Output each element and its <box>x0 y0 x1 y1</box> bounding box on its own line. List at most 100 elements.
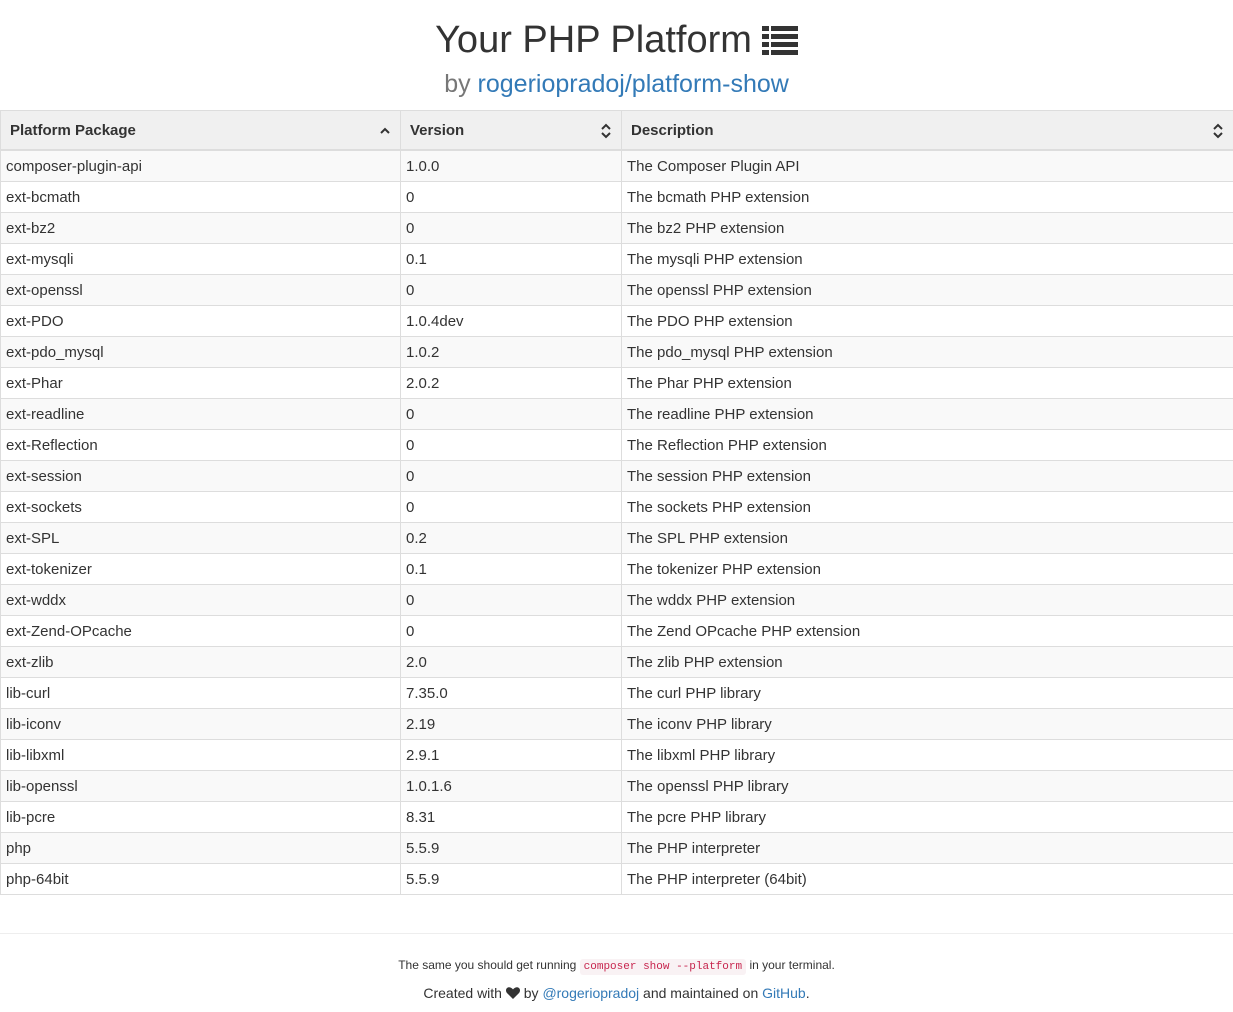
version-cell: 0 <box>400 181 622 213</box>
sort-up-icon <box>380 127 390 134</box>
table-row: composer-plugin-api 1.0.0 The Composer Plu… <box>0 149 1233 182</box>
table-row: ext-Zend-OPcache 0 The Zend OPcache PHP ex… <box>0 615 1233 647</box>
version-cell: 1.0.4dev <box>400 305 622 337</box>
description-cell: The mysqli PHP extension <box>621 243 1233 275</box>
table-row: ext-SPL 0.2 The SPL PHP extension <box>0 522 1233 554</box>
table-row: lib-iconv 2.19 The iconv PHP library <box>0 708 1233 740</box>
version-cell: 2.0.2 <box>400 367 622 399</box>
page-header: Your PHP Platform by rogeriopradoj/platf… <box>0 0 1233 101</box>
column-header-label: Description <box>631 121 714 139</box>
package-name-cell: php-64bit <box>0 863 401 895</box>
footer-divider <box>0 933 1233 934</box>
package-name-cell: ext-zlib <box>0 646 401 678</box>
footer-note: The same you should get running composer… <box>0 955 1233 975</box>
description-cell: The bz2 PHP extension <box>621 212 1233 244</box>
description-cell: The PDO PHP extension <box>621 305 1233 337</box>
package-name-cell: lib-iconv <box>0 708 401 740</box>
description-cell: The pdo_mysql PHP extension <box>621 336 1233 368</box>
sort-icon <box>601 123 611 139</box>
command-snippet: composer show --platform <box>579 959 747 975</box>
package-name-cell: ext-SPL <box>0 522 401 554</box>
version-cell: 5.5.9 <box>400 863 622 895</box>
table-row: ext-session 0 The session PHP extension <box>0 460 1233 492</box>
description-cell: The iconv PHP library <box>621 708 1233 740</box>
version-cell: 1.0.2 <box>400 336 622 368</box>
table-row: lib-pcre 8.31 The pcre PHP library <box>0 801 1233 833</box>
version-cell: 1.0.0 <box>400 149 622 182</box>
package-name-cell: ext-tokenizer <box>0 553 401 585</box>
author-link[interactable]: @rogeriopradoj <box>542 985 639 1001</box>
description-cell: The PHP interpreter (64bit) <box>621 863 1233 895</box>
column-header-label: Platform Package <box>10 121 136 139</box>
footer-note-before: The same you should get running <box>398 958 577 972</box>
version-cell: 0 <box>400 491 622 523</box>
column-header-description[interactable]: Description <box>621 110 1233 151</box>
table-row: lib-curl 7.35.0 The curl PHP library <box>0 677 1233 709</box>
version-cell: 0.1 <box>400 243 622 275</box>
table-row: ext-PDO 1.0.4dev The PDO PHP extension <box>0 305 1233 337</box>
description-cell: The wddx PHP extension <box>621 584 1233 616</box>
version-cell: 0 <box>400 584 622 616</box>
page-title-text: Your PHP Platform <box>435 19 752 61</box>
table-header-row: Platform Package Version Description <box>0 110 1233 151</box>
table-row: lib-libxml 2.9.1 The libxml PHP library <box>0 739 1233 771</box>
version-cell: 2.9.1 <box>400 739 622 771</box>
description-cell: The pcre PHP library <box>621 801 1233 833</box>
version-cell: 0 <box>400 460 622 492</box>
heart-icon <box>505 987 520 999</box>
column-header-version[interactable]: Version <box>400 110 622 151</box>
package-name-cell: lib-pcre <box>0 801 401 833</box>
description-cell: The openssl PHP library <box>621 770 1233 802</box>
description-cell: The Reflection PHP extension <box>621 429 1233 461</box>
package-name-cell: ext-Zend-OPcache <box>0 615 401 647</box>
table-row: ext-Reflection 0 The Reflection PHP extens… <box>0 429 1233 461</box>
description-cell: The Zend OPcache PHP extension <box>621 615 1233 647</box>
page-subtitle: by rogeriopradoj/platform-show <box>0 63 1233 101</box>
platform-table-container: Platform Package Version Description com… <box>0 110 1233 895</box>
page-footer: The same you should get running composer… <box>0 955 1233 1003</box>
package-name-cell: ext-wddx <box>0 584 401 616</box>
package-name-cell: lib-curl <box>0 677 401 709</box>
description-cell: The PHP interpreter <box>621 832 1233 864</box>
description-cell: The curl PHP library <box>621 677 1233 709</box>
version-cell: 0 <box>400 398 622 430</box>
description-cell: The tokenizer PHP extension <box>621 553 1233 585</box>
package-name-cell: lib-libxml <box>0 739 401 771</box>
package-name-cell: ext-Reflection <box>0 429 401 461</box>
version-cell: 0 <box>400 274 622 306</box>
table-body: composer-plugin-api 1.0.0 The Composer Plu… <box>0 149 1233 895</box>
table-row: php-64bit 5.5.9 The PHP interpreter (64bit… <box>0 863 1233 895</box>
description-cell: The zlib PHP extension <box>621 646 1233 678</box>
version-cell: 8.31 <box>400 801 622 833</box>
github-link[interactable]: GitHub <box>762 985 806 1001</box>
table-row: ext-tokenizer 0.1 The tokenizer PHP extens… <box>0 553 1233 585</box>
table-row: ext-pdo_mysql 1.0.2 The pdo_mysql PHP exte… <box>0 336 1233 368</box>
version-cell: 0 <box>400 212 622 244</box>
package-name-cell: ext-mysqli <box>0 243 401 275</box>
repo-link[interactable]: rogeriopradoj/platform-show <box>478 70 789 98</box>
table-row: ext-readline 0 The readline PHP extension <box>0 398 1233 430</box>
package-name-cell: ext-bz2 <box>0 212 401 244</box>
list-icon <box>761 26 798 55</box>
version-cell: 7.35.0 <box>400 677 622 709</box>
platform-table: Platform Package Version Description com… <box>0 110 1233 895</box>
package-name-cell: composer-plugin-api <box>0 149 401 182</box>
description-cell: The session PHP extension <box>621 460 1233 492</box>
package-name-cell: ext-readline <box>0 398 401 430</box>
table-row: ext-bz2 0 The bz2 PHP extension <box>0 212 1233 244</box>
package-name-cell: php <box>0 832 401 864</box>
version-cell: 0.1 <box>400 553 622 585</box>
description-cell: The Composer Plugin API <box>621 149 1233 182</box>
description-cell: The Phar PHP extension <box>621 367 1233 399</box>
description-cell: The libxml PHP library <box>621 739 1233 771</box>
version-cell: 1.0.1.6 <box>400 770 622 802</box>
table-row: ext-openssl 0 The openssl PHP extension <box>0 274 1233 306</box>
column-header-label: Version <box>410 121 465 139</box>
version-cell: 2.19 <box>400 708 622 740</box>
table-row: ext-mysqli 0.1 The mysqli PHP extension <box>0 243 1233 275</box>
sort-icon <box>1213 123 1223 139</box>
maintained-label: and maintained on <box>643 985 759 1001</box>
package-name-cell: ext-openssl <box>0 274 401 306</box>
table-row: ext-bcmath 0 The bcmath PHP extension <box>0 181 1233 213</box>
column-header-package[interactable]: Platform Package <box>0 110 401 151</box>
